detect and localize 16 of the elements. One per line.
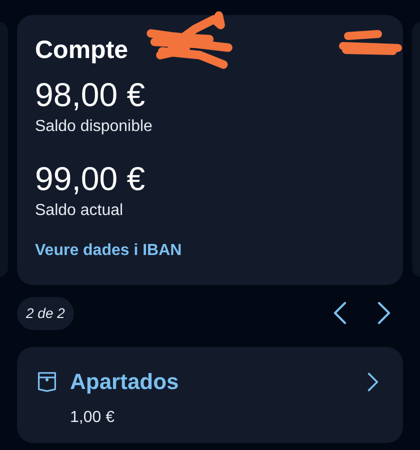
savings-amount: 1,00 € [70, 408, 116, 428]
chevron-right-icon [377, 301, 391, 325]
savings-card[interactable]: Apartados 1,00 € [17, 347, 403, 443]
chevron-right-icon [367, 372, 379, 392]
previous-button[interactable] [333, 301, 347, 325]
balance-label: Saldo disponible [35, 117, 152, 137]
page-counter: 2 de 2 [17, 296, 74, 330]
savings-title: Apartados [70, 368, 179, 396]
balance-amount: 98,00 € [35, 75, 146, 115]
pocket-icon [37, 370, 57, 392]
balance-amount: 99,00 € [35, 159, 146, 199]
balance-label: Saldo actual [35, 201, 124, 221]
iban-link[interactable]: Veure dades i IBAN [35, 239, 182, 263]
next-button[interactable] [377, 301, 391, 325]
chevron-left-icon [333, 301, 347, 325]
account-title: Compte [35, 35, 128, 65]
